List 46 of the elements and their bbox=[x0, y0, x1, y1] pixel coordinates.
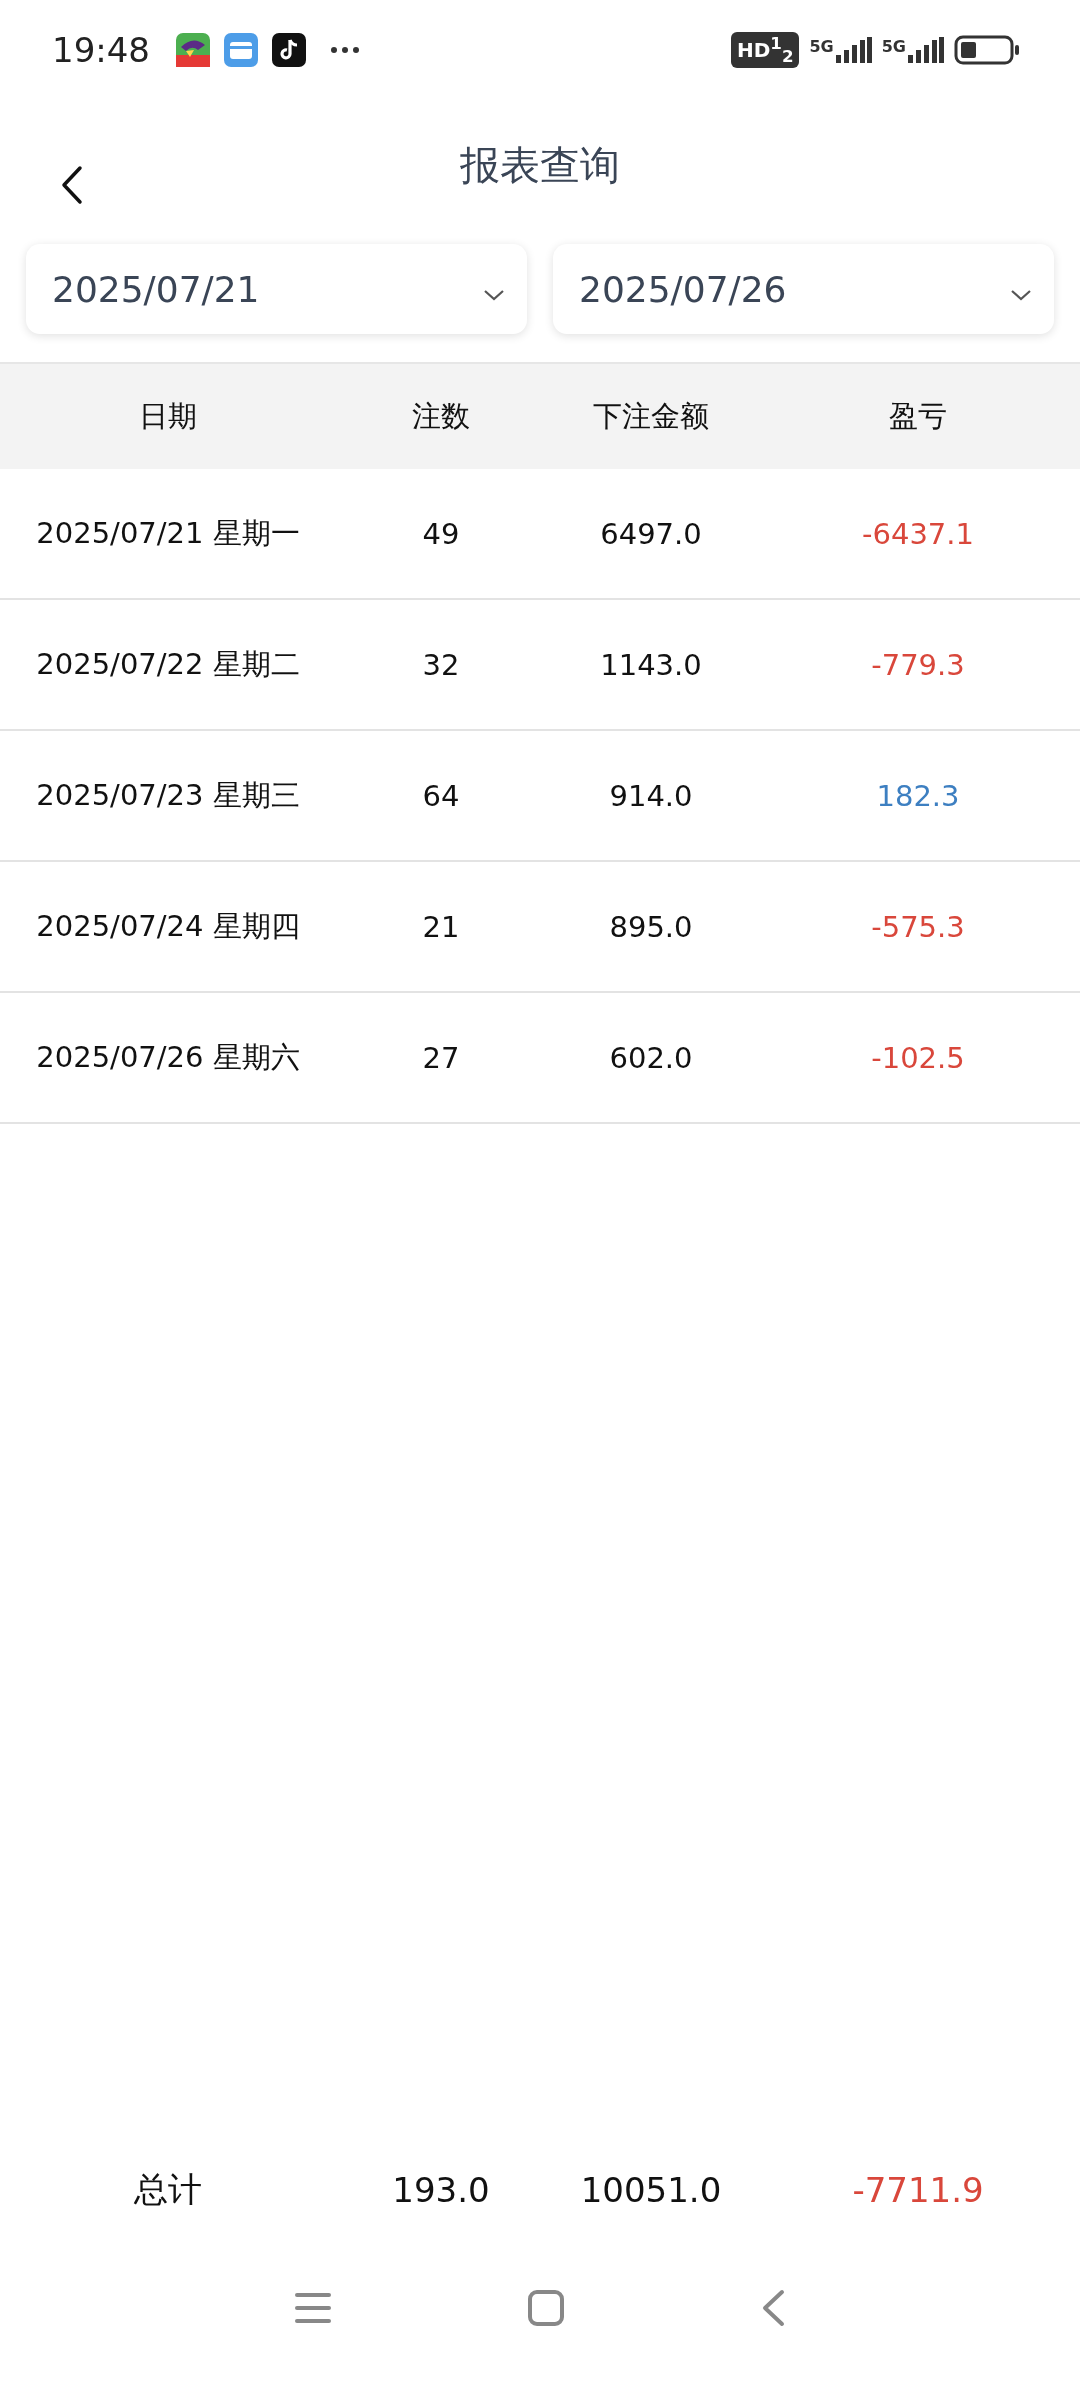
table-cell-text: 2025/07/21 星期一 bbox=[35, 514, 301, 552]
column-header: 下注金额 bbox=[592, 397, 710, 435]
page-title: 报表查询 bbox=[460, 140, 620, 190]
wallet-icon bbox=[224, 33, 258, 67]
table-cell-text: 27 bbox=[421, 1040, 461, 1075]
total-value: 193.0 bbox=[391, 2170, 491, 2210]
total-label: 总计 bbox=[133, 2168, 203, 2211]
column-header: 注数 bbox=[411, 397, 471, 435]
chevron-down-icon bbox=[483, 289, 505, 301]
total-value: 10051.0 bbox=[579, 2170, 723, 2210]
date-dropdown[interactable]: 2025/07/26 bbox=[553, 244, 1054, 334]
table-cell-text: 2025/07/26 星期六 bbox=[35, 1038, 301, 1076]
table-cell-text: 49 bbox=[421, 516, 461, 551]
column-header: 日期 bbox=[138, 397, 198, 435]
table-cell-text: 2025/07/23 星期三 bbox=[35, 776, 301, 814]
clock-time: 19:48 bbox=[52, 30, 150, 70]
table-cell-text: 6497.0 bbox=[599, 516, 703, 551]
table-cell-text: 21 bbox=[421, 909, 461, 944]
back-icon[interactable] bbox=[60, 165, 84, 205]
table-cell-text: -779.3 bbox=[870, 647, 966, 682]
table-cell-text: 2025/07/24 星期四 bbox=[35, 907, 301, 945]
more-icon bbox=[330, 46, 360, 54]
column-header: 盈亏 bbox=[888, 397, 948, 435]
battery-icon bbox=[954, 35, 1020, 65]
app-icon bbox=[176, 33, 210, 67]
menu-icon[interactable] bbox=[294, 2290, 332, 2325]
table-cell-text: 914.0 bbox=[608, 778, 694, 813]
table-cell-text: 32 bbox=[421, 647, 461, 682]
chevron-down-icon bbox=[1010, 289, 1032, 301]
table-cell-text: 1143.0 bbox=[599, 647, 703, 682]
home-icon[interactable] bbox=[527, 2288, 565, 2327]
network-label: 5G bbox=[881, 37, 906, 56]
network-label: 5G bbox=[809, 37, 834, 56]
table-cell-text: -102.5 bbox=[870, 1040, 966, 1075]
table-cell-text: 2025/07/22 星期二 bbox=[35, 645, 301, 683]
table-cell-text: -6437.1 bbox=[861, 516, 975, 551]
music-note-icon bbox=[272, 33, 306, 67]
total-value: -7711.9 bbox=[851, 2170, 985, 2210]
table-cell-text: -575.3 bbox=[870, 909, 966, 944]
table-cell-text: 895.0 bbox=[608, 909, 694, 944]
signal-icon bbox=[908, 37, 944, 63]
signal-icon bbox=[835, 37, 872, 63]
table-cell-text: 182.3 bbox=[875, 778, 961, 813]
table-cell-text: 64 bbox=[421, 778, 461, 813]
table-cell-text: 602.0 bbox=[608, 1040, 694, 1075]
date-dropdown[interactable]: 2025/07/21 bbox=[26, 244, 527, 334]
